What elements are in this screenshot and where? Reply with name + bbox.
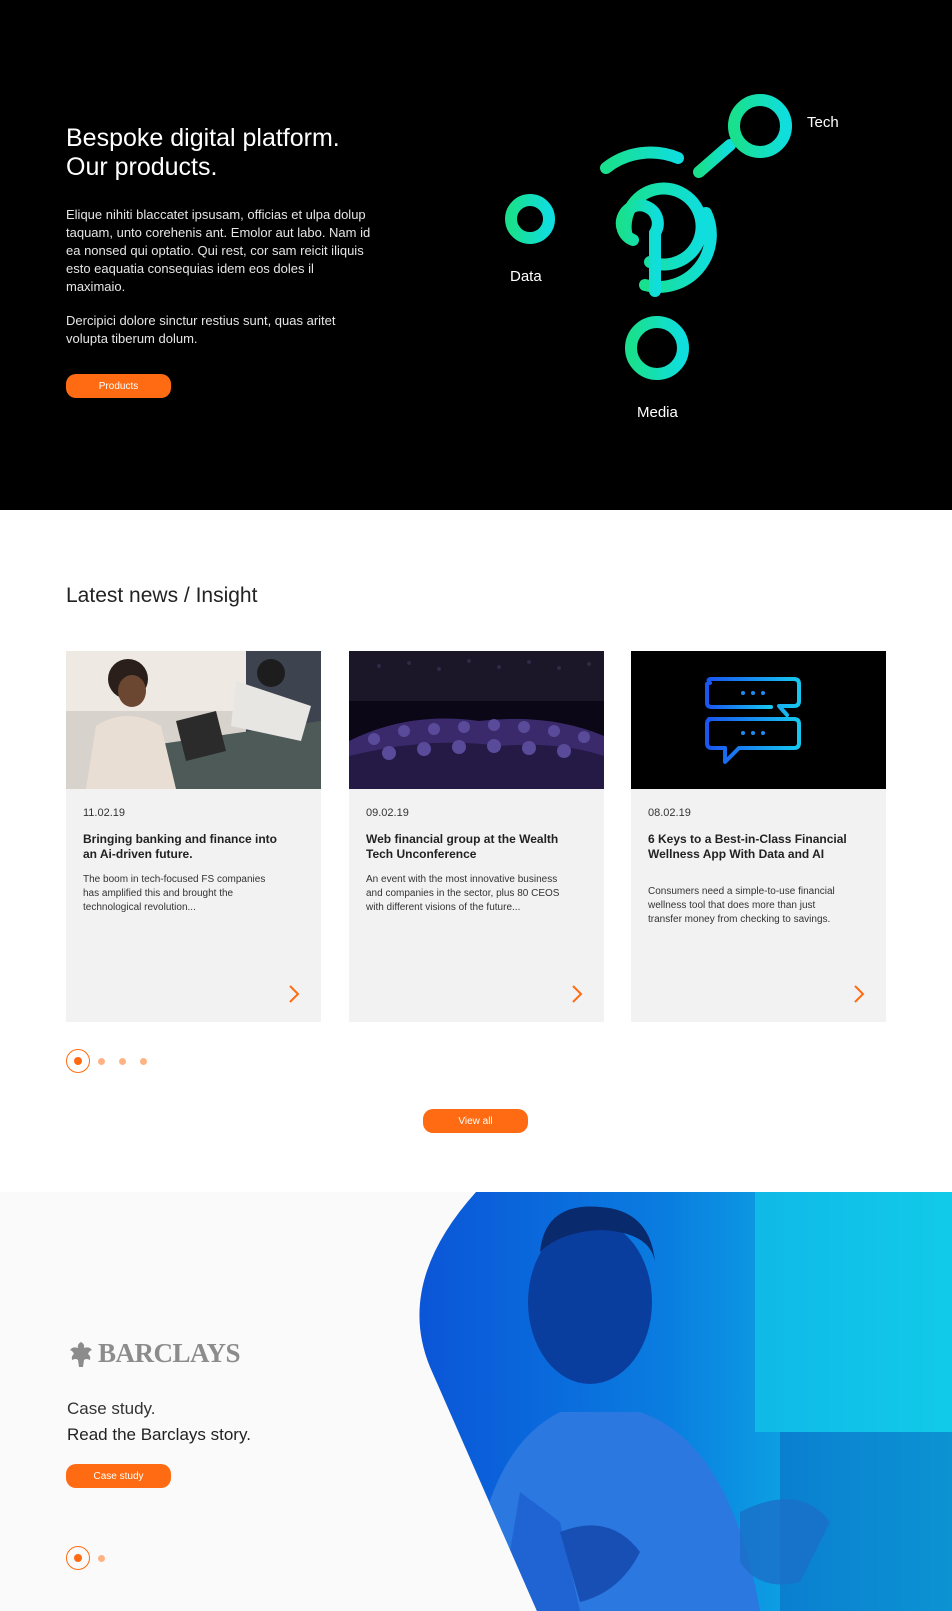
news-section-title: Latest news / Insight [66, 584, 258, 607]
tech-data-media-graphic: Tech Data Media [490, 80, 930, 440]
card-description: The boom in tech-focused FS companies ha… [83, 874, 266, 913]
hero-title-line1: Bespoke digital platform. [66, 124, 340, 152]
barclays-logo-text: BARCLAYS [98, 1338, 241, 1368]
chevron-right-icon[interactable] [570, 984, 584, 1004]
barclays-logo: BARCLAYS [68, 1338, 241, 1369]
tech-label: Tech [807, 114, 839, 131]
card-image [349, 651, 604, 789]
pagination-dot-active[interactable] [66, 1049, 90, 1073]
card-date: 08.02.19 [648, 807, 691, 819]
chat-bubbles-icon [631, 651, 886, 789]
pagination-dot[interactable] [98, 1554, 105, 1562]
pagination-dot[interactable] [98, 1057, 105, 1065]
case-study-label: Case study. [67, 1399, 156, 1418]
news-card[interactable]: 11.02.19 Bringing banking and finance in… [66, 651, 321, 1022]
view-all-button[interactable]: View all [423, 1109, 528, 1133]
network-graphic-icon [505, 94, 792, 380]
card-image [631, 651, 886, 789]
chevron-right-icon[interactable] [852, 984, 866, 1004]
card-date: 09.02.19 [366, 807, 409, 819]
case-study-heading: Read the Barclays story. [67, 1425, 251, 1444]
hero-title-line2: Our products. [66, 153, 218, 181]
pagination-dot-active[interactable] [66, 1546, 90, 1570]
pagination-dot[interactable] [119, 1057, 126, 1065]
card-image [66, 651, 321, 789]
products-button[interactable]: Products [66, 374, 171, 398]
hero-paragraph-2: Dercipici dolore sinctur restius sunt, q… [66, 313, 336, 346]
case-study-button[interactable]: Case study [66, 1464, 171, 1488]
eagle-icon [70, 1341, 92, 1367]
card-description: Consumers need a simple-to-use financial… [648, 886, 835, 925]
hero-section: Bespoke digital platform. Our products. … [0, 0, 952, 510]
data-label: Data [510, 268, 542, 285]
case-study-section: BARCLAYS Case study. Read the Barclays s… [0, 1192, 952, 1611]
news-card[interactable]: 09.02.19 Web financial group at the Weal… [349, 651, 604, 1022]
chevron-right-icon[interactable] [287, 984, 301, 1004]
news-card[interactable]: 08.02.19 6 Keys to a Best-in-Class Finan… [631, 651, 886, 1022]
news-pagination [66, 1049, 147, 1073]
card-title[interactable]: 6 Keys to a Best-in-Class Financial Well… [648, 832, 848, 862]
case-study-pagination [66, 1546, 105, 1570]
card-title[interactable]: Bringing banking and finance into an Ai-… [83, 832, 283, 862]
card-title[interactable]: Web financial group at the Wealth Tech U… [366, 832, 566, 862]
card-description: An event with the most innovative busine… [366, 874, 560, 913]
hero-title: Bespoke digital platform. Our products. [66, 124, 340, 182]
hero-paragraph-1: Elique nihiti blaccatet ipsusam, officia… [66, 207, 371, 294]
pagination-dot[interactable] [140, 1057, 147, 1065]
card-date: 11.02.19 [83, 807, 126, 819]
media-label: Media [637, 404, 678, 421]
